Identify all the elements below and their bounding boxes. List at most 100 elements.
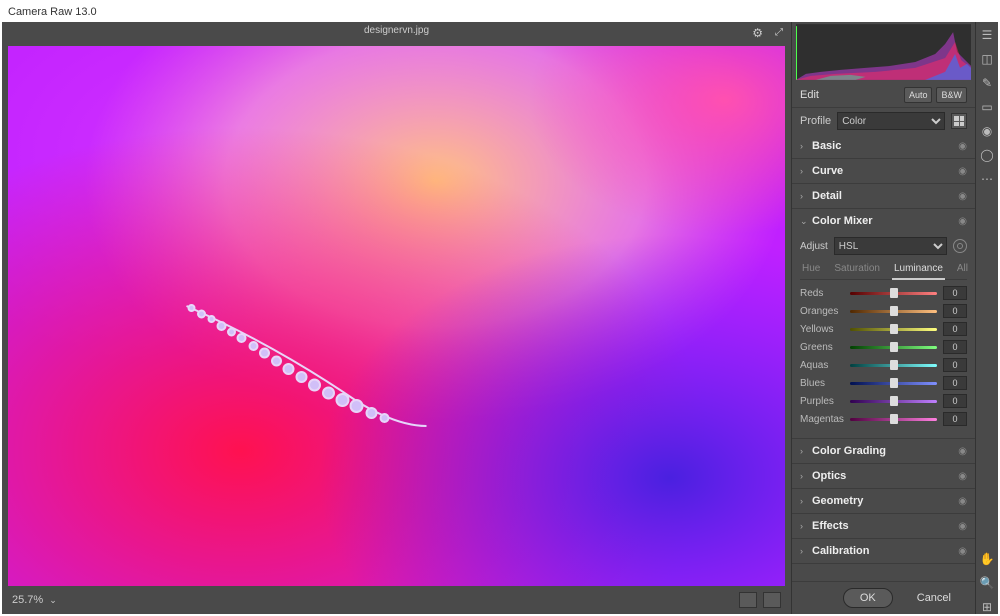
slider-label: Yellows xyxy=(800,324,844,335)
slider-yellows: Yellows 0 xyxy=(800,322,967,336)
chevron-right-icon: › xyxy=(800,546,812,556)
auto-button[interactable]: Auto xyxy=(904,87,933,103)
section-detail[interactable]: ›Detail◉ xyxy=(792,184,975,208)
slider-value[interactable]: 0 xyxy=(943,286,967,300)
tool-rail: ☰ ◫ ✎ ▭ ◉ ◯ ⋯ ✋ 🔍 ⊞ xyxy=(976,22,998,614)
zoom-bar: 25.7% ⌄ xyxy=(2,586,791,614)
section-color-grading[interactable]: ›Color Grading◉ xyxy=(792,439,975,463)
slider-track[interactable] xyxy=(850,413,937,425)
histogram[interactable] xyxy=(792,22,975,82)
visibility-icon[interactable]: ◉ xyxy=(958,141,967,152)
tab-saturation[interactable]: Saturation xyxy=(832,261,882,279)
profile-label: Profile xyxy=(800,115,831,127)
slider-value[interactable]: 0 xyxy=(943,304,967,318)
dialog-actions: OK Cancel xyxy=(792,581,975,614)
edit-sliders-icon[interactable]: ☰ xyxy=(980,28,994,42)
slider-track[interactable] xyxy=(850,359,937,371)
adjust-select[interactable]: HSL xyxy=(834,237,947,255)
chevron-right-icon: › xyxy=(800,496,812,506)
slider-track[interactable] xyxy=(850,305,937,317)
section-geometry[interactable]: ›Geometry◉ xyxy=(792,489,975,513)
slider-thumb-icon[interactable] xyxy=(890,378,898,388)
slider-label: Reds xyxy=(800,288,844,299)
zoom-dropdown-icon[interactable]: ⌄ xyxy=(49,595,57,606)
slider-value[interactable]: 0 xyxy=(943,412,967,426)
visibility-icon[interactable]: ◉ xyxy=(958,546,967,557)
redeye-icon[interactable]: ◉ xyxy=(980,124,994,138)
slider-label: Aquas xyxy=(800,360,844,371)
profile-select[interactable]: Color xyxy=(837,112,945,130)
chevron-right-icon: › xyxy=(800,191,812,201)
slider-track[interactable] xyxy=(850,395,937,407)
slider-thumb-icon[interactable] xyxy=(890,414,898,424)
slider-label: Blues xyxy=(800,378,844,389)
zoom-level[interactable]: 25.7% xyxy=(12,594,43,606)
tab-hue[interactable]: Hue xyxy=(800,261,822,279)
more-icon[interactable]: ⋯ xyxy=(980,172,994,186)
presets-icon[interactable]: ◯ xyxy=(980,148,994,162)
settings-gear-icon[interactable]: ⚙ xyxy=(752,24,763,42)
tab-all[interactable]: All xyxy=(955,261,970,279)
bw-button[interactable]: B&W xyxy=(936,87,967,103)
slider-thumb-icon[interactable] xyxy=(890,396,898,406)
slider-track[interactable] xyxy=(850,323,937,335)
slider-value[interactable]: 0 xyxy=(943,394,967,408)
profile-browser-icon[interactable] xyxy=(951,113,967,129)
slider-label: Greens xyxy=(800,342,844,353)
crop-icon[interactable]: ◫ xyxy=(980,52,994,66)
slider-value[interactable]: 0 xyxy=(943,358,967,372)
preview-area: designervn.jpg ⚙ ⤢ xyxy=(2,22,792,614)
filename-bar: designervn.jpg ⚙ ⤢ xyxy=(2,22,791,40)
ok-button[interactable]: OK xyxy=(843,588,893,608)
chevron-right-icon: › xyxy=(800,521,812,531)
visibility-icon[interactable]: ◉ xyxy=(958,216,967,227)
section-color-mixer[interactable]: ⌄Color Mixer◉ xyxy=(792,209,975,233)
title-bar: Camera Raw 13.0 xyxy=(2,2,998,22)
slider-thumb-icon[interactable] xyxy=(890,342,898,352)
compare-toggle-icon[interactable] xyxy=(763,592,781,608)
slider-track[interactable] xyxy=(850,377,937,389)
slider-magentas: Magentas 0 xyxy=(800,412,967,426)
slider-purples: Purples0 xyxy=(800,394,967,408)
slider-thumb-icon[interactable] xyxy=(890,360,898,370)
section-effects[interactable]: ›Effects◉ xyxy=(792,514,975,538)
section-curve[interactable]: ›Curve◉ xyxy=(792,159,975,183)
visibility-icon[interactable]: ◉ xyxy=(958,521,967,532)
edit-title: Edit xyxy=(800,89,819,101)
visibility-icon[interactable]: ◉ xyxy=(958,446,967,457)
targeted-adjustment-icon[interactable] xyxy=(953,239,967,253)
slider-value[interactable]: 0 xyxy=(943,376,967,390)
visibility-icon[interactable]: ◉ xyxy=(958,166,967,177)
section-calibration[interactable]: ›Calibration◉ xyxy=(792,539,975,563)
slider-thumb-icon[interactable] xyxy=(890,306,898,316)
zoom-icon[interactable]: 🔍 xyxy=(980,576,994,590)
slider-thumb-icon[interactable] xyxy=(890,324,898,334)
grid-view-icon[interactable]: ⊞ xyxy=(980,600,994,614)
fullscreen-icon[interactable]: ⤢ xyxy=(775,24,783,42)
visibility-icon[interactable]: ◉ xyxy=(958,496,967,507)
color-mixer-body: Adjust HSL Hue Saturation Luminance All … xyxy=(792,233,975,438)
slider-value[interactable]: 0 xyxy=(943,322,967,336)
slider-aquas: Aquas 0 xyxy=(800,358,967,372)
slider-track[interactable] xyxy=(850,341,937,353)
visibility-icon[interactable]: ◉ xyxy=(958,471,967,482)
slider-value[interactable]: 0 xyxy=(943,340,967,354)
slider-track[interactable] xyxy=(850,287,937,299)
cancel-button[interactable]: Cancel xyxy=(901,588,967,608)
section-basic[interactable]: ›Basic◉ xyxy=(792,134,975,158)
edit-header: Edit Auto B&W xyxy=(792,82,975,108)
tab-luminance[interactable]: Luminance xyxy=(892,261,945,280)
chevron-down-icon: ⌄ xyxy=(800,216,812,227)
image-preview[interactable] xyxy=(8,46,785,586)
section-optics[interactable]: ›Optics◉ xyxy=(792,464,975,488)
app-title: Camera Raw 13.0 xyxy=(8,6,97,18)
slider-thumb-icon[interactable] xyxy=(890,288,898,298)
hand-icon[interactable]: ✋ xyxy=(980,552,994,566)
profile-row: Profile Color xyxy=(792,108,975,134)
healing-brush-icon[interactable]: ✎ xyxy=(980,76,994,90)
filmstrip-toggle-icon[interactable] xyxy=(739,592,757,608)
slider-label: Magentas xyxy=(800,414,844,425)
mask-icon[interactable]: ▭ xyxy=(980,100,994,114)
visibility-icon[interactable]: ◉ xyxy=(958,191,967,202)
slider-blues: Blues 0 xyxy=(800,376,967,390)
